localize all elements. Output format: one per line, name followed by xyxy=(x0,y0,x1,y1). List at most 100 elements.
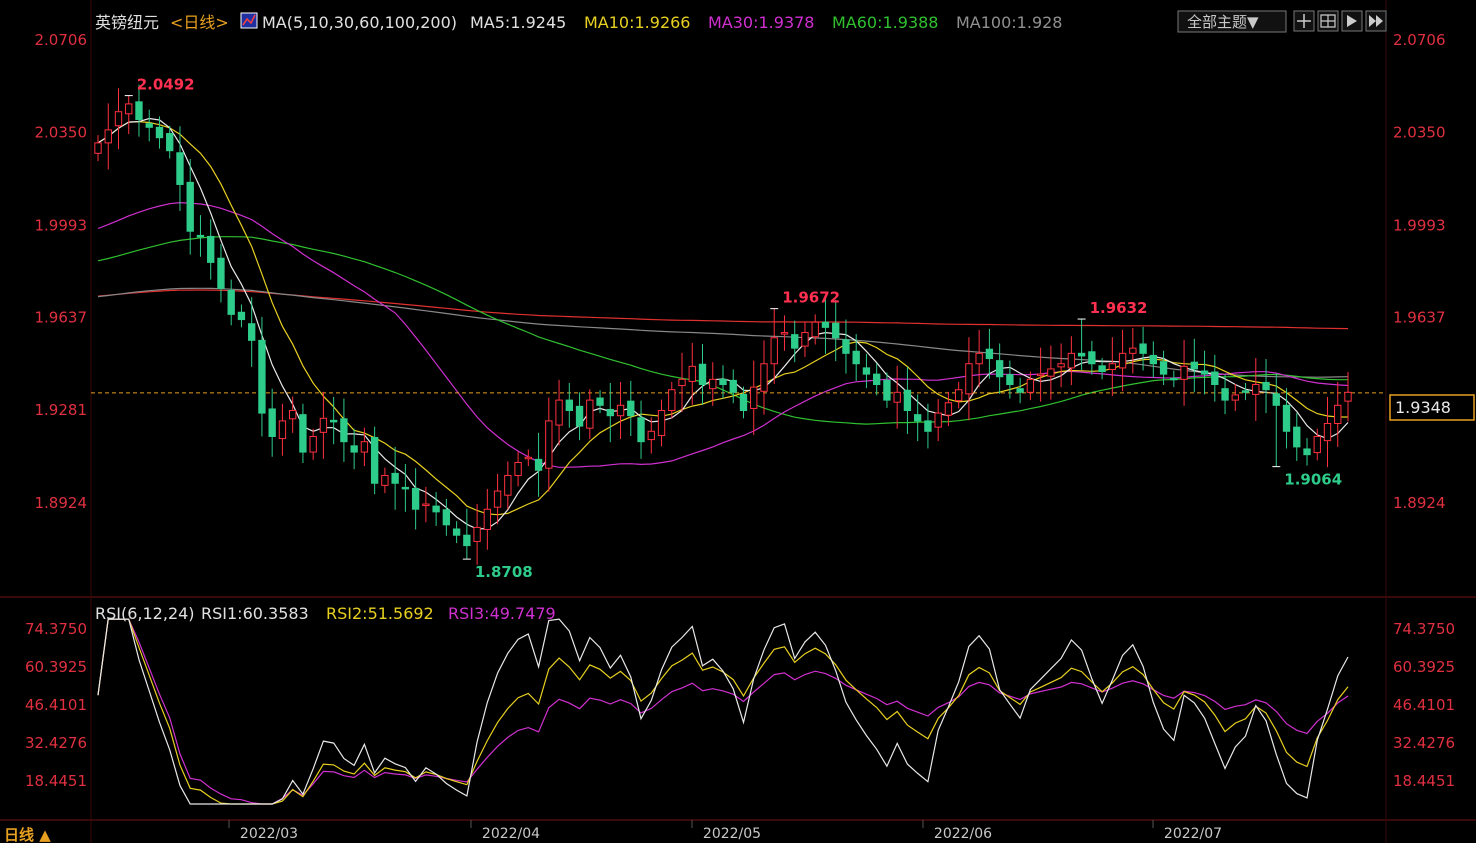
candle[interactable] xyxy=(94,135,102,162)
candlestick-chart[interactable]: 2.0706 2.0706 2.0350 2.0350 1.9993 1.9993 1.96… xyxy=(0,0,1476,843)
candle[interactable] xyxy=(1149,341,1158,378)
candle[interactable] xyxy=(493,473,502,525)
candle[interactable] xyxy=(1190,338,1198,393)
candle[interactable] xyxy=(780,315,789,351)
candle[interactable] xyxy=(186,158,194,255)
candle[interactable] xyxy=(176,126,184,211)
candle[interactable] xyxy=(207,219,215,280)
candle[interactable] xyxy=(1252,358,1260,421)
candle[interactable] xyxy=(237,304,246,328)
candle[interactable] xyxy=(1026,371,1035,401)
candle[interactable] xyxy=(975,329,983,388)
candles[interactable] xyxy=(94,84,1352,565)
candle[interactable] xyxy=(114,88,123,150)
candle[interactable] xyxy=(698,343,707,405)
candle[interactable] xyxy=(360,427,369,467)
candle[interactable] xyxy=(709,362,717,406)
candle[interactable] xyxy=(1323,396,1332,468)
candle[interactable] xyxy=(770,308,778,385)
candle[interactable] xyxy=(1211,354,1219,402)
candle[interactable] xyxy=(1200,350,1209,395)
candle[interactable] xyxy=(1118,329,1127,392)
candle[interactable] xyxy=(729,369,737,404)
candle[interactable] xyxy=(811,314,819,345)
candle[interactable] xyxy=(1231,384,1239,412)
candle[interactable] xyxy=(832,299,840,362)
candle[interactable] xyxy=(1262,359,1270,414)
candle[interactable] xyxy=(934,399,942,442)
candle[interactable] xyxy=(524,449,533,467)
candle[interactable] xyxy=(1057,343,1065,388)
theme-selector-button[interactable]: 全部主题▼ xyxy=(1177,10,1287,33)
candle[interactable] xyxy=(483,488,492,550)
candle[interactable] xyxy=(1067,336,1076,386)
candle[interactable] xyxy=(319,391,328,459)
candle[interactable] xyxy=(288,396,297,433)
candle[interactable] xyxy=(995,343,1004,394)
candle[interactable] xyxy=(411,468,420,530)
candle[interactable] xyxy=(452,521,461,544)
candle[interactable] xyxy=(637,400,645,459)
candle[interactable] xyxy=(422,486,430,523)
candle[interactable] xyxy=(616,381,625,440)
candle[interactable] xyxy=(801,321,809,357)
play-icon[interactable] xyxy=(1341,10,1363,32)
candle[interactable] xyxy=(1241,382,1250,401)
candle[interactable] xyxy=(299,403,307,463)
candle[interactable] xyxy=(258,316,266,437)
candle[interactable] xyxy=(965,337,973,421)
candle[interactable] xyxy=(688,342,696,405)
candle[interactable] xyxy=(340,398,348,462)
period-label[interactable]: <日线> xyxy=(170,13,229,32)
candle[interactable] xyxy=(750,360,758,435)
candle[interactable] xyxy=(196,215,205,257)
candle[interactable] xyxy=(647,417,655,454)
candle[interactable] xyxy=(381,467,389,494)
candle[interactable] xyxy=(1088,340,1096,375)
candle[interactable] xyxy=(852,334,860,381)
candle[interactable] xyxy=(719,365,727,399)
fast-forward-icon[interactable] xyxy=(1365,10,1387,32)
candle[interactable] xyxy=(1293,413,1301,461)
candle[interactable] xyxy=(545,397,553,492)
candle[interactable] xyxy=(565,382,573,428)
candle[interactable] xyxy=(350,428,358,470)
candle[interactable] xyxy=(1180,339,1188,406)
candle[interactable] xyxy=(954,381,963,409)
candle[interactable] xyxy=(1047,345,1055,400)
candle[interactable] xyxy=(145,109,153,142)
candle[interactable] xyxy=(227,279,235,326)
candle[interactable] xyxy=(1334,381,1342,447)
candle[interactable] xyxy=(760,340,768,415)
candle[interactable] xyxy=(1129,327,1137,374)
layout-icon[interactable] xyxy=(1317,10,1339,32)
candle[interactable] xyxy=(534,432,543,497)
candle[interactable] xyxy=(657,399,666,447)
indicator-icon[interactable] xyxy=(240,12,258,29)
candle[interactable] xyxy=(125,95,133,135)
candle[interactable] xyxy=(678,352,686,413)
candle[interactable] xyxy=(1006,360,1014,399)
candle[interactable] xyxy=(1282,388,1291,449)
candle[interactable] xyxy=(442,498,451,536)
candle[interactable] xyxy=(1170,370,1178,388)
candle[interactable] xyxy=(627,380,635,436)
candle[interactable] xyxy=(514,451,522,487)
candle[interactable] xyxy=(463,508,471,560)
candle[interactable] xyxy=(1036,347,1045,402)
candle[interactable] xyxy=(862,353,871,389)
candle[interactable] xyxy=(873,363,881,396)
candle[interactable] xyxy=(278,403,287,456)
candle[interactable] xyxy=(309,428,317,460)
candle[interactable] xyxy=(104,103,112,170)
candle[interactable] xyxy=(893,365,901,429)
candle[interactable] xyxy=(268,388,276,457)
candle[interactable] xyxy=(586,389,594,440)
candle[interactable] xyxy=(883,372,891,408)
candle[interactable] xyxy=(248,297,256,367)
candle[interactable] xyxy=(913,394,922,442)
candle[interactable] xyxy=(924,403,932,449)
candle[interactable] xyxy=(1303,438,1311,466)
candle[interactable] xyxy=(391,446,399,510)
candle[interactable] xyxy=(842,319,850,374)
